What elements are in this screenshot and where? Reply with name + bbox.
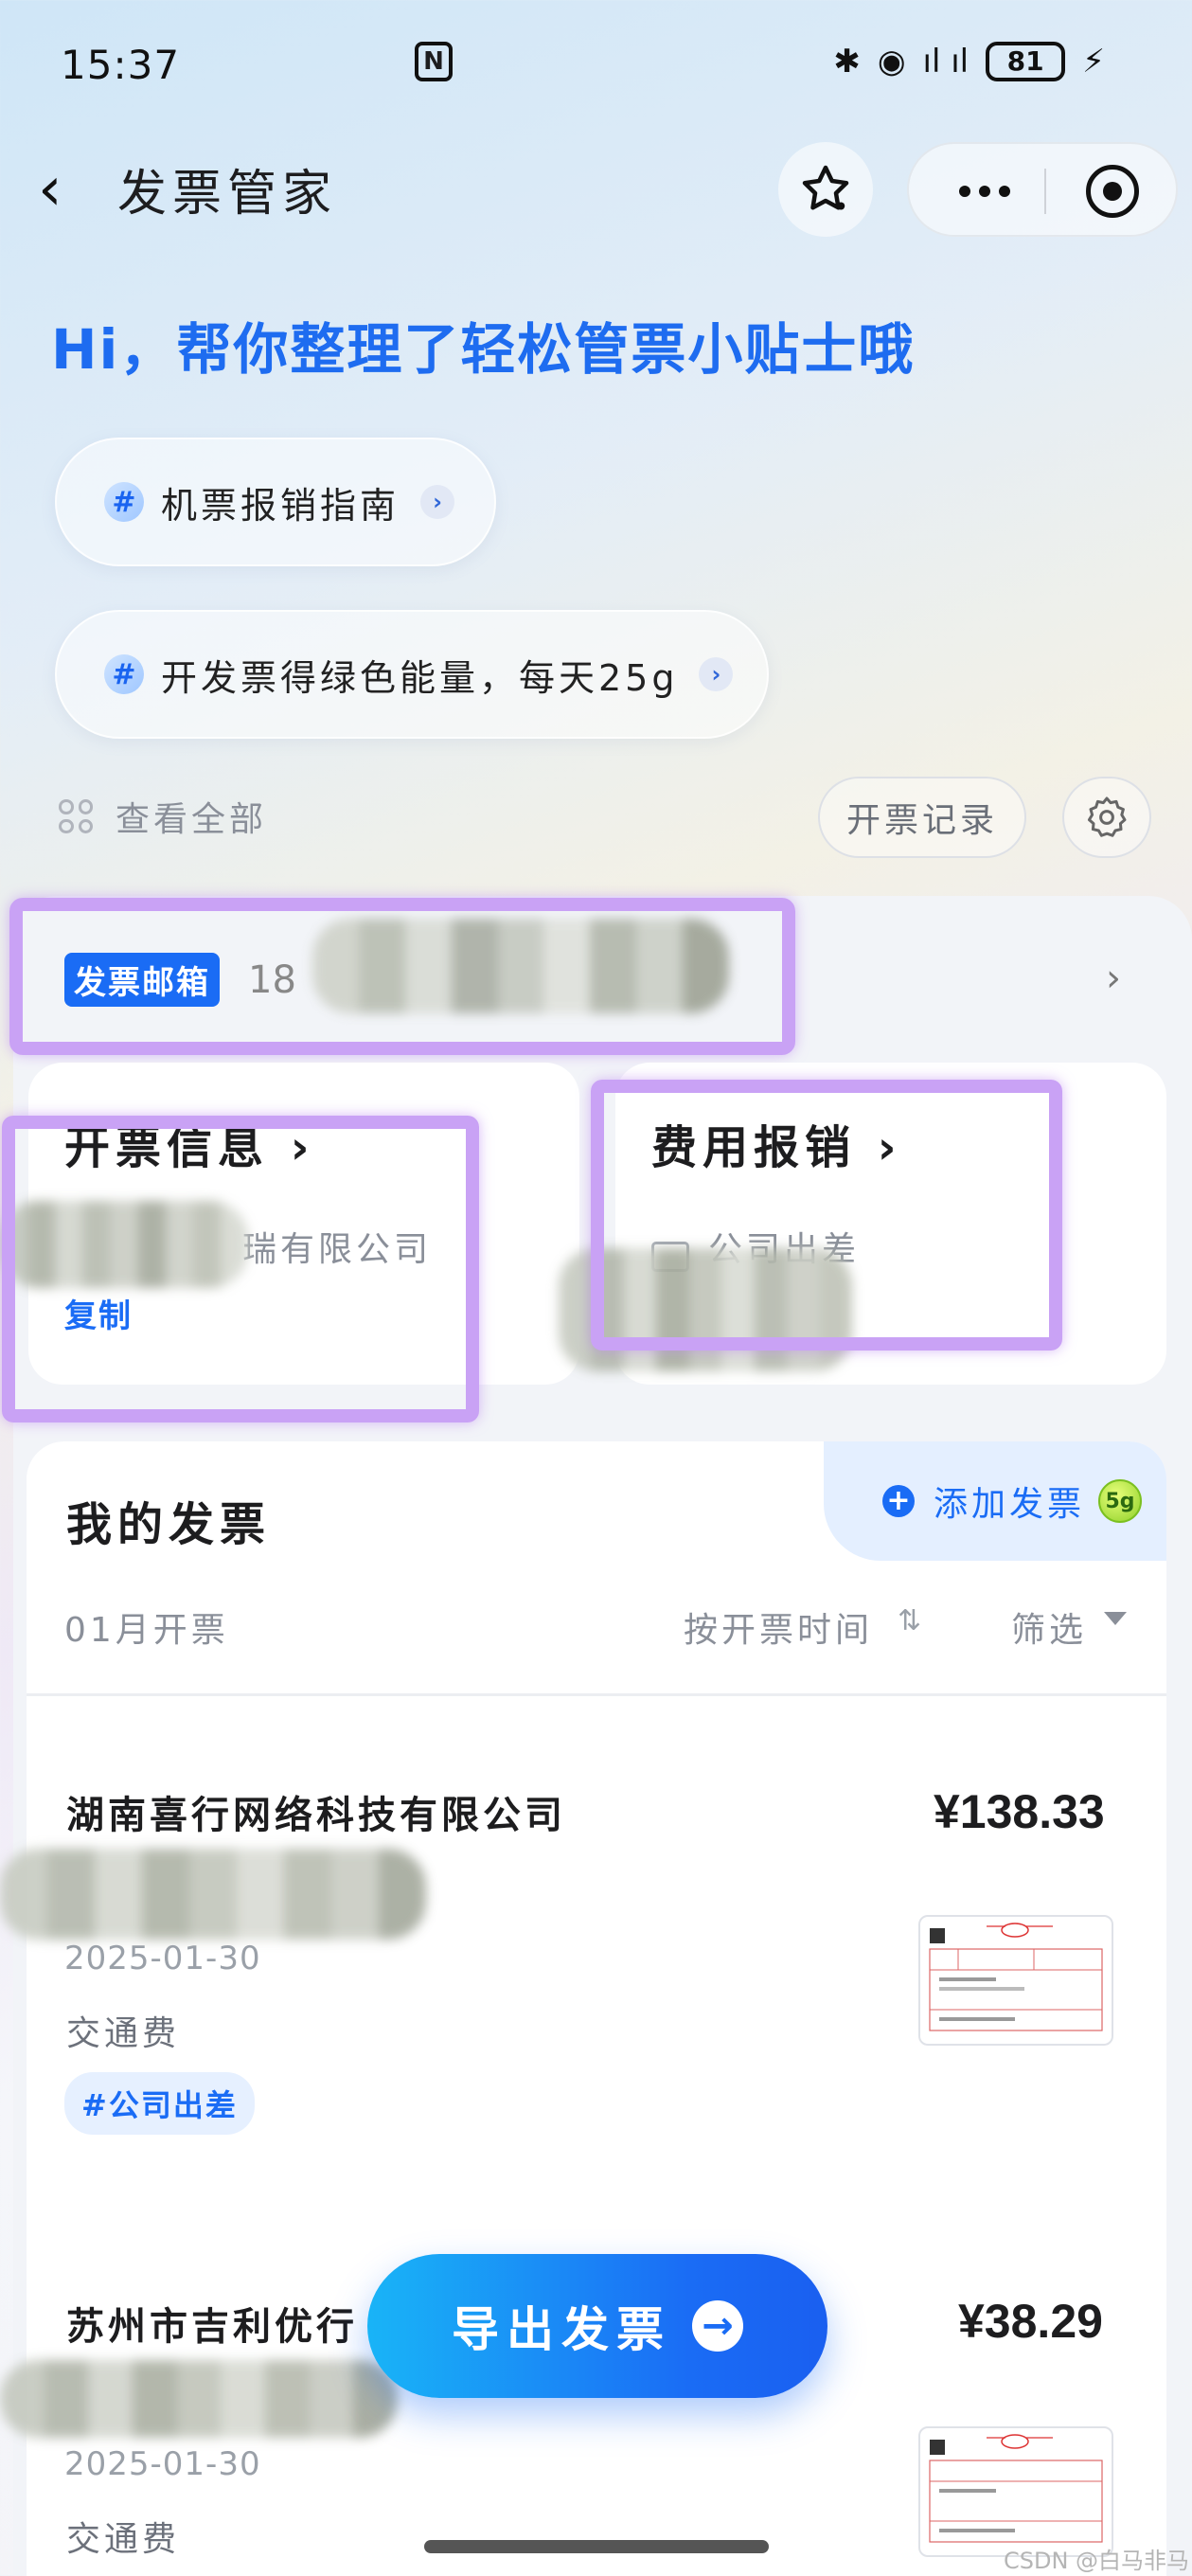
page-title: 发票管家 — [117, 166, 338, 223]
grid-icon — [59, 799, 93, 833]
charging-icon: ⚡ — [1082, 43, 1105, 80]
view-all-label: 查看全部 — [116, 800, 268, 839]
caret-down-icon[interactable] — [1104, 1612, 1127, 1625]
energy-badge: 5g — [1098, 1479, 1143, 1523]
invoice-record-button[interactable]: 开票记录 — [818, 777, 1026, 858]
divider — [27, 1693, 1166, 1696]
view-all-link[interactable]: 查看全部 — [59, 792, 267, 841]
sort-by-date[interactable]: 按开票时间 — [684, 1602, 873, 1652]
invoice-amount: ¥38.29 — [958, 2295, 1103, 2348]
invoice-date: 2025-01-30 — [64, 2445, 261, 2483]
export-invoice-button[interactable]: 导出发票 → — [367, 2254, 827, 2398]
redacted-invoice-detail — [0, 1849, 426, 1940]
hash-icon: # — [104, 482, 144, 522]
tip-flight-reimbursement[interactable]: # 机票报销指南 › — [55, 438, 496, 566]
capsule-divider — [1044, 169, 1046, 214]
tip-label: 开发票得绿色能量，每天25g — [161, 656, 679, 699]
filter-button[interactable]: 筛选 — [1011, 1602, 1087, 1652]
favorite-button[interactable] — [778, 142, 873, 237]
invoice-tag: #公司出差 — [64, 2072, 255, 2135]
bluetooth-icon: ✱ — [833, 43, 861, 80]
chevron-right-icon: › — [699, 657, 734, 691]
hash-icon: # — [104, 654, 144, 694]
mini-program-capsule — [907, 142, 1178, 237]
highlight-billing-info — [2, 1116, 479, 1422]
invoice-preview-icon — [929, 2434, 1103, 2543]
battery-icon: 81 — [986, 42, 1066, 81]
arrow-right-icon: → — [692, 2300, 743, 2352]
status-bar: 15:37 N ✱ ◉ ıl ıl 81 ⚡ — [0, 0, 1192, 133]
status-icons: ✱ ◉ ıl ıl 81 ⚡ — [833, 42, 1105, 81]
home-indicator[interactable] — [424, 2540, 769, 2553]
month-label: 01月开票 — [64, 1611, 229, 1650]
chevron-right-icon[interactable]: › — [1106, 957, 1121, 1000]
back-icon[interactable]: ‹ — [38, 152, 95, 227]
close-program-icon[interactable] — [1086, 165, 1139, 218]
invoice-date: 2025-01-30 — [64, 1940, 261, 1977]
nfc-icon: N — [415, 42, 453, 81]
star-icon — [802, 165, 849, 210]
invoice-thumbnail[interactable] — [918, 2426, 1113, 2557]
watermark: CSDN @白马非马 — [1004, 2548, 1190, 2574]
status-time: 15:37 — [61, 42, 181, 88]
greeting-text: Hi，帮你整理了轻松管票小贴士哦 — [51, 317, 916, 382]
invoice-item[interactable]: 湖南喜行网络科技有限公司 ¥138.33 2025-01-30 交通费 #公司出… — [0, 1697, 1166, 2190]
hotspot-icon: ◉ — [877, 43, 906, 80]
invoice-preview-icon — [929, 1923, 1103, 2031]
tip-label: 机票报销指南 — [161, 484, 400, 527]
invoice-company: 湖南喜行网络科技有限公司 — [66, 1794, 566, 1837]
highlight-expense — [591, 1080, 1062, 1351]
my-invoices-title: 我的发票 — [66, 1498, 272, 1551]
gear-icon — [1087, 796, 1127, 837]
invoice-company: 苏州市吉利优行 — [66, 2305, 358, 2349]
invoice-type: 交通费 — [66, 2014, 181, 2053]
add-invoice-button[interactable]: + 添加发票 5g — [824, 1441, 1166, 1561]
redacted-invoice-detail — [0, 2360, 398, 2438]
export-label: 导出发票 — [452, 2302, 671, 2357]
signal-icon: ıl ıl — [922, 43, 970, 80]
more-icon[interactable] — [947, 163, 1023, 220]
invoice-type: 交通费 — [66, 2520, 181, 2559]
highlight-mailbox — [9, 898, 795, 1055]
settings-button[interactable] — [1062, 777, 1151, 858]
sort-icon[interactable]: ⇅ — [898, 1604, 921, 1637]
invoice-amount: ¥138.33 — [934, 1785, 1105, 1838]
chevron-right-icon: › — [420, 485, 455, 519]
plus-icon: + — [882, 1485, 915, 1517]
tip-green-energy[interactable]: # 开发票得绿色能量，每天25g › — [55, 610, 769, 739]
add-invoice-label: 添加发票 — [934, 1485, 1086, 1524]
invoice-thumbnail[interactable] — [918, 1915, 1113, 2046]
